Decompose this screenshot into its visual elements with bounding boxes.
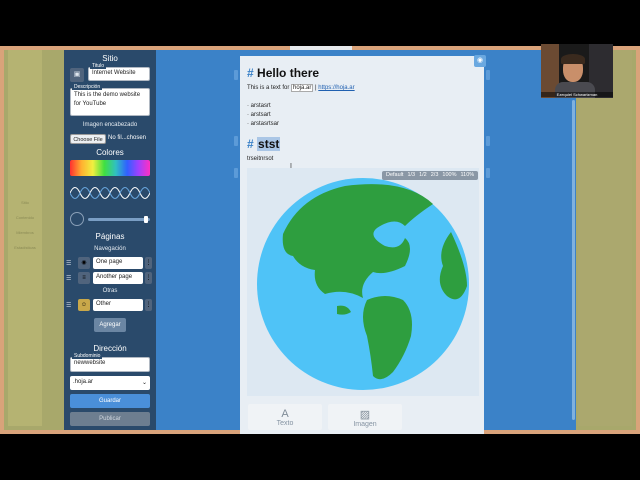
block-handle-right[interactable] (486, 136, 490, 146)
ghost-nav-item[interactable]: Sitio (8, 200, 42, 205)
left-ghost-nav: Sitio Contenido Miembros Estadísticas (8, 200, 42, 260)
heading-hash: # (247, 137, 254, 151)
heading-2-text: stst (257, 137, 281, 151)
zoom-option[interactable]: 1/2 (419, 172, 427, 178)
add-text-label: Texto (276, 420, 294, 427)
zoom-option[interactable]: 110% (460, 172, 474, 178)
right-panel-strip (578, 50, 632, 426)
direccion-heading: Dirección (93, 344, 127, 353)
presenter-hair (561, 54, 585, 64)
zoom-option[interactable]: 2/3 (431, 172, 439, 178)
add-image-button[interactable]: ▨ Imagen (328, 404, 402, 430)
titulo-label: Titulo (90, 63, 107, 69)
chevron-down-icon: ⌄ (141, 380, 147, 386)
drag-handle-icon[interactable]: ☰ (66, 302, 71, 309)
publicar-button[interactable]: Publicar (70, 412, 150, 426)
color-hue-picker[interactable] (70, 160, 150, 176)
imagen-label: Imagen encabezado (82, 122, 138, 128)
page-name-input[interactable]: One page (93, 257, 143, 269)
other-page-row[interactable]: ☰ ☺ Other ⋮ (66, 299, 152, 311)
block-handle-right[interactable] (486, 70, 490, 80)
zoom-option-default[interactable]: Default (386, 172, 403, 178)
list-item[interactable]: · arstasrt (247, 103, 271, 109)
intro-code: hoja.ar (291, 84, 314, 92)
file-status: No fil...chosen (108, 135, 147, 141)
heading-hash: # (247, 66, 254, 80)
intro-link[interactable]: https://hoja.ar (318, 85, 354, 91)
block-handle-left[interactable] (234, 70, 238, 80)
domain-select-value: .hoja.ar (73, 379, 94, 385)
block-handle-left[interactable] (234, 136, 238, 146)
zoom-option[interactable]: 1/3 (407, 172, 415, 178)
image-icon: ▨ (359, 409, 371, 421)
nav-page-row[interactable]: ☰ ◉ One page ⋮ (66, 257, 152, 269)
block-handle-left[interactable] (234, 168, 238, 178)
guardar-button[interactable]: Guardar (70, 394, 150, 408)
text-icon: A (281, 408, 289, 420)
color-circle-picker[interactable] (70, 212, 84, 226)
earth-globe-image[interactable] (255, 176, 471, 392)
ghost-nav-item[interactable]: Estadísticas (8, 245, 42, 250)
page-menu-icon[interactable]: ⋮ (145, 257, 152, 269)
image-icon[interactable]: ▣ (70, 68, 84, 82)
ghost-nav-item[interactable]: Miembros (8, 230, 42, 235)
color-slider[interactable] (88, 216, 150, 223)
page-menu-icon[interactable]: ⋮ (145, 272, 152, 284)
subdominio-label: Subdominio (72, 353, 103, 359)
list-item[interactable]: · arstasrtsar (247, 121, 279, 127)
emoji-icon[interactable]: ☺ (78, 299, 90, 311)
ghost-nav-item[interactable]: Contenido (8, 215, 42, 220)
paragraph[interactable]: trseitnrsot (247, 156, 273, 162)
descripcion-label: Descripción (72, 84, 103, 90)
choose-file-button[interactable]: Choose File (70, 134, 106, 144)
sidebar-title: Sitio (102, 54, 118, 63)
intro-paragraph[interactable]: This is a text for hoja.ar | https://hoj… (247, 84, 355, 92)
agregar-button[interactable]: Agregar (94, 318, 126, 332)
subdominio-field[interactable]: newwebsite (70, 357, 150, 372)
add-image-label: Imagen (353, 421, 377, 428)
list-item[interactable]: · arstsart (247, 112, 271, 118)
page-name-input[interactable]: Other (93, 299, 143, 311)
page-name-input[interactable]: Another page (93, 272, 143, 284)
heading-2[interactable]: # stst (247, 137, 281, 151)
navegacion-label: Navegación (94, 246, 126, 252)
drag-handle-icon[interactable]: ☰ (66, 260, 71, 267)
titulo-field[interactable]: Internet Website (88, 67, 150, 81)
colores-heading: Colores (96, 148, 124, 157)
color-wave-picker[interactable] (70, 182, 150, 204)
block-handle-right[interactable] (486, 168, 490, 178)
add-text-button[interactable]: A Texto (248, 404, 322, 430)
domain-select[interactable]: .hoja.ar ⌄ (70, 376, 150, 390)
image-zoom-bar: Default 1/3 1/2 2/3 100% 110% (382, 171, 479, 180)
separator: | (315, 85, 317, 91)
otras-label: Otras (102, 288, 118, 294)
presenter-name: Ezequiel Schwartzman (541, 92, 613, 97)
zoom-option[interactable]: 100% (442, 172, 456, 178)
heading-1[interactable]: # Hello there (247, 66, 319, 80)
scrollbar[interactable] (572, 100, 575, 420)
page-menu-icon[interactable]: ⋮ (145, 299, 152, 311)
top-highlight (290, 46, 352, 50)
drag-handle-icon[interactable]: ☰ (66, 275, 71, 282)
intro-text: This is a text for (247, 85, 292, 91)
slider-knob[interactable] (144, 216, 148, 223)
webcam-overlay: Ezequiel Schwartzman (541, 44, 613, 98)
nav-page-row[interactable]: ☰ ≡ Another page ⋮ (66, 272, 152, 284)
menu-icon[interactable]: ≡ (78, 272, 90, 284)
eye-icon[interactable]: ◉ (474, 55, 486, 67)
descripcion-field[interactable]: This is the demo website for YouTube (70, 88, 150, 116)
paginas-heading: Páginas (95, 232, 125, 241)
globe-icon[interactable]: ◉ (78, 257, 90, 269)
heading-1-text: Hello there (257, 66, 320, 80)
